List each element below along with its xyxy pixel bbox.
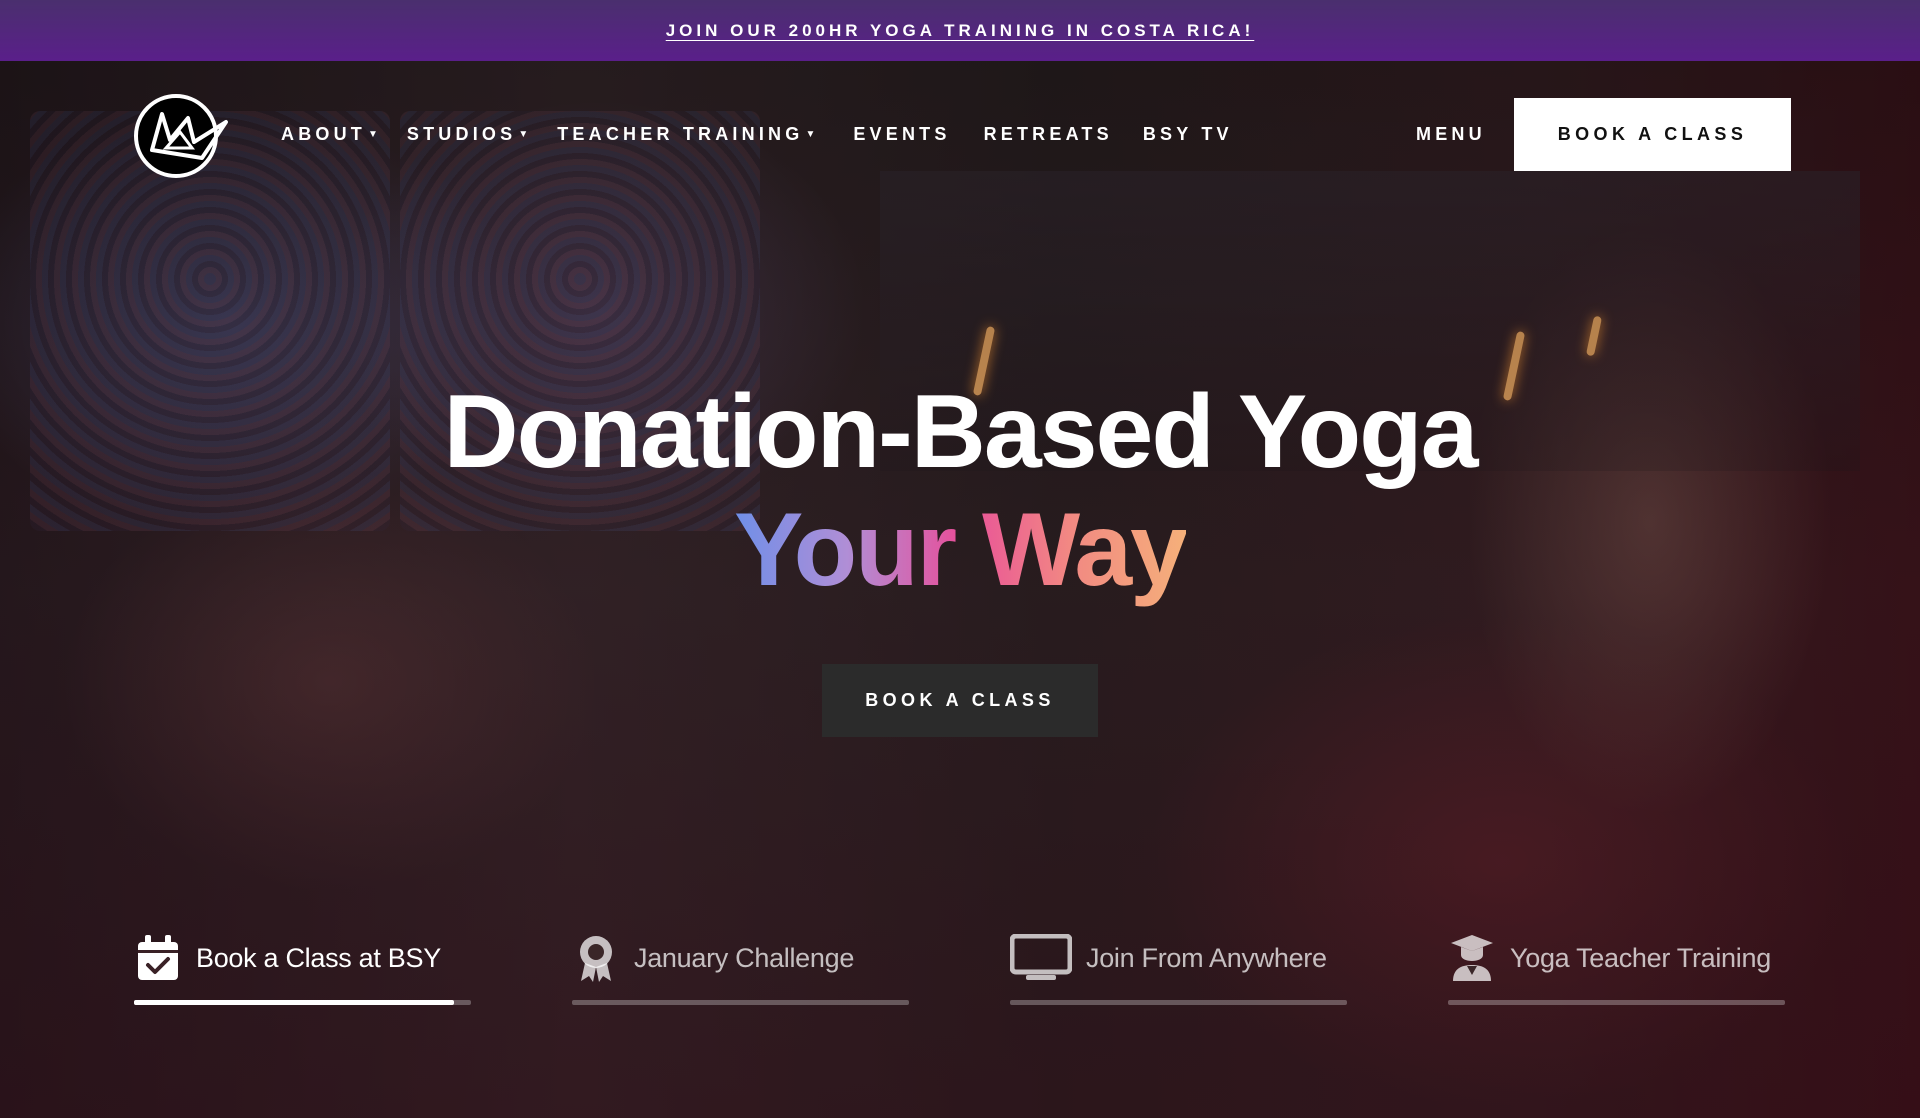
tab-book-class[interactable]: Book a Class at BSY: [134, 928, 471, 1008]
graduate-icon: [1448, 934, 1496, 982]
nav-item-bsy-tv[interactable]: BSY TV: [1143, 124, 1233, 145]
nav-item-retreats[interactable]: RETREATS: [984, 124, 1113, 145]
calendar-check-icon: [134, 934, 182, 982]
book-class-button-header[interactable]: BOOK A CLASS: [1514, 98, 1791, 171]
tab-january-challenge[interactable]: January Challenge: [572, 928, 909, 1008]
hero-subline: Your Way: [0, 490, 1920, 610]
nav-item-events[interactable]: EVENTS: [853, 124, 950, 145]
caret-down-icon: ▼: [368, 129, 378, 140]
book-class-button-hero[interactable]: BOOK A CLASS: [822, 664, 1098, 737]
nav-item-teacher-training[interactable]: TEACHER TRAINING ▼: [557, 124, 815, 145]
tab-progress-track: [572, 1000, 909, 1005]
tab-label: Book a Class at BSY: [196, 942, 441, 973]
tab-progress-track: [1448, 1000, 1785, 1005]
menu-link[interactable]: MENU: [1416, 124, 1486, 145]
tab-join-from-anywhere[interactable]: Join From Anywhere: [1010, 928, 1347, 1008]
nav-item-label: RETREATS: [983, 124, 1113, 144]
nav-item-about[interactable]: ABOUT ▼: [281, 124, 378, 145]
nav-item-label: EVENTS: [853, 124, 951, 144]
main-nav: ABOUT ▼ STUDIOS ▼ TEACHER TRAINING ▼ EVE…: [281, 124, 1233, 145]
promo-bar: JOIN OUR 200HR YOGA TRAINING IN COSTA RI…: [0, 0, 1920, 61]
tab-progress-track: [1010, 1000, 1347, 1005]
tab-label: Join From Anywhere: [1086, 942, 1327, 973]
nav-item-label: TEACHER TRAINING: [557, 124, 804, 144]
tab-progress-fill: [134, 1000, 455, 1005]
tab-label: Yoga Teacher Training: [1510, 942, 1771, 973]
award-icon: [572, 934, 620, 982]
hero-subline-text: Your Way: [733, 492, 1188, 608]
hero-headline: Donation-Based Yoga: [443, 374, 1479, 490]
caret-down-icon: ▼: [805, 129, 816, 140]
nav-item-studios[interactable]: STUDIOS ▼: [407, 124, 528, 145]
monitor-icon: [1010, 934, 1072, 982]
tab-yoga-teacher-training[interactable]: Yoga Teacher Training: [1448, 928, 1785, 1008]
tab-label: January Challenge: [634, 942, 855, 973]
bsy-logo[interactable]: [132, 92, 230, 180]
nav-item-label: STUDIOS: [406, 124, 517, 144]
promo-link[interactable]: JOIN OUR 200HR YOGA TRAINING IN COSTA RI…: [666, 21, 1255, 41]
nav-item-label: ABOUT: [281, 124, 366, 144]
nav-item-label: BSY TV: [1142, 124, 1233, 144]
tab-progress-track: [134, 1000, 471, 1005]
caret-down-icon: ▼: [518, 129, 529, 140]
bsy-logo-icon: [134, 94, 228, 178]
